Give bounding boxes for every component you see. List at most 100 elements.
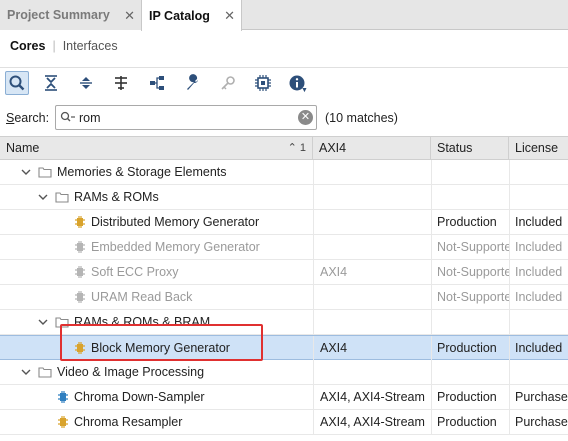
row-license: Purchase xyxy=(509,385,568,410)
catalog-toolbar: ▼ xyxy=(0,67,568,97)
row-axi4 xyxy=(313,185,431,210)
row-axi4: AXI4 xyxy=(313,336,431,361)
collapse-all-icon xyxy=(45,75,57,91)
folder-icon xyxy=(38,367,52,378)
row-license xyxy=(509,160,568,185)
tree-ip-row[interactable]: URAM Read Back Not-SupportedIncluded xyxy=(0,285,568,310)
row-status: Not-Supported xyxy=(431,260,509,285)
row-name: Distributed Memory Generator xyxy=(91,215,260,229)
tab-ip-catalog[interactable]: IP Catalog ✕ xyxy=(141,0,242,31)
chip-icon xyxy=(255,75,271,91)
ip-core-icon xyxy=(75,266,85,278)
row-axi4 xyxy=(313,285,431,310)
annotation-highlight-box xyxy=(60,324,263,361)
row-status: Production xyxy=(431,410,509,435)
filter-icon xyxy=(115,76,127,90)
hierarchy-button[interactable] xyxy=(145,71,169,95)
column-header-license[interactable]: License xyxy=(509,137,568,159)
column-header-name[interactable]: Name ⌃ 1 xyxy=(0,137,313,159)
ip-core-icon xyxy=(75,216,85,228)
row-status: Not-Supported xyxy=(431,235,509,260)
tree-ip-row[interactable]: Embedded Memory Generator Not-SupportedIn… xyxy=(0,235,568,260)
customize-ip-button[interactable] xyxy=(181,71,205,95)
subtab-separator: | xyxy=(52,39,56,53)
row-name: Embedded Memory Generator xyxy=(91,240,260,254)
subtab-interfaces[interactable]: Interfaces xyxy=(63,39,118,53)
subtab-cores[interactable]: Cores xyxy=(10,39,45,53)
tree-folder-row[interactable]: RAMs & ROMs xyxy=(0,185,568,210)
chevron-down-icon[interactable]: ▼ xyxy=(301,87,308,94)
row-name: URAM Read Back xyxy=(91,290,193,304)
row-license: Included xyxy=(509,285,568,310)
row-license: Included xyxy=(509,336,568,361)
tab-label: IP Catalog xyxy=(149,8,210,23)
tab-project-summary[interactable]: Project Summary ✕ xyxy=(0,0,141,30)
tree-ip-row[interactable]: Chroma Down-Sampler AXI4, AXI4-Stream Prod… xyxy=(0,385,568,410)
collapse-all-button[interactable] xyxy=(39,71,63,95)
row-axi4 xyxy=(313,210,431,235)
search-toggle-button[interactable] xyxy=(5,71,29,95)
catalog-subtabs: Cores | Interfaces xyxy=(0,31,568,61)
editor-tab-bar: Project Summary ✕ IP Catalog ✕ xyxy=(0,0,568,31)
table-header: Name ⌃ 1 AXI4 Status License xyxy=(0,136,568,160)
search-icon xyxy=(9,75,25,91)
folder-icon xyxy=(38,167,52,178)
row-status: Production xyxy=(431,210,509,235)
close-icon[interactable]: ✕ xyxy=(124,8,135,24)
row-axi4 xyxy=(313,360,431,385)
filter-button[interactable] xyxy=(109,71,133,95)
column-header-axi4[interactable]: AXI4 xyxy=(313,137,431,159)
search-input[interactable]: rom ✕ xyxy=(55,105,317,130)
license-key-button[interactable] xyxy=(216,71,240,95)
row-axi4 xyxy=(313,310,431,335)
chip-button[interactable] xyxy=(251,71,275,95)
row-status xyxy=(431,160,509,185)
clear-search-icon[interactable]: ✕ xyxy=(298,110,313,125)
row-status xyxy=(431,360,509,385)
row-license: Included xyxy=(509,260,568,285)
row-axi4: AXI4 xyxy=(313,260,431,285)
row-name: Chroma Down-Sampler xyxy=(74,390,205,404)
row-axi4: AXI4, AXI4-Stream xyxy=(313,385,431,410)
folder-icon xyxy=(55,192,69,203)
tree-ip-row[interactable]: Soft ECC Proxy AXI4Not-SupportedIncluded xyxy=(0,260,568,285)
search-label: Search: xyxy=(6,111,50,125)
row-license: Included xyxy=(509,210,568,235)
chevron-down-icon[interactable] xyxy=(37,191,49,203)
ip-core-icon xyxy=(58,391,68,403)
search-icon xyxy=(60,111,75,122)
chevron-down-icon[interactable] xyxy=(20,166,32,178)
tree-folder-row[interactable]: Video & Image Processing xyxy=(0,360,568,385)
row-status xyxy=(431,310,509,335)
row-status: Production xyxy=(431,385,509,410)
chevron-down-icon[interactable] xyxy=(20,366,32,378)
row-license: Included xyxy=(509,235,568,260)
key-icon xyxy=(221,76,235,90)
wrench-icon xyxy=(187,74,198,90)
tree-ip-row[interactable]: Chroma Resampler AXI4, AXI4-Stream Product… xyxy=(0,410,568,435)
row-name: RAMs & ROMs xyxy=(74,190,159,204)
row-axi4 xyxy=(313,235,431,260)
row-status: Production xyxy=(431,336,509,361)
expand-all-button[interactable] xyxy=(74,71,98,95)
ip-core-icon xyxy=(75,291,85,303)
ip-core-icon xyxy=(58,416,68,428)
row-license xyxy=(509,185,568,210)
row-name: Soft ECC Proxy xyxy=(91,265,179,279)
row-name: Chroma Resampler xyxy=(74,415,183,429)
row-name: Memories & Storage Elements xyxy=(57,165,227,179)
row-name: Video & Image Processing xyxy=(57,365,205,379)
tree-ip-row[interactable]: Distributed Memory Generator Production In… xyxy=(0,210,568,235)
expand-all-icon xyxy=(80,77,92,89)
close-icon[interactable]: ✕ xyxy=(224,8,235,24)
column-header-status[interactable]: Status xyxy=(431,137,509,159)
tab-label: Project Summary xyxy=(7,8,110,22)
tree-folder-row[interactable]: Memories & Storage Elements xyxy=(0,160,568,185)
search-input-value: rom xyxy=(79,111,101,125)
hierarchy-icon xyxy=(150,76,164,90)
row-status: Not-Supported xyxy=(431,285,509,310)
chevron-down-icon[interactable] xyxy=(37,316,49,328)
row-license: Purchase xyxy=(509,410,568,435)
row-license xyxy=(509,360,568,385)
row-axi4 xyxy=(313,160,431,185)
